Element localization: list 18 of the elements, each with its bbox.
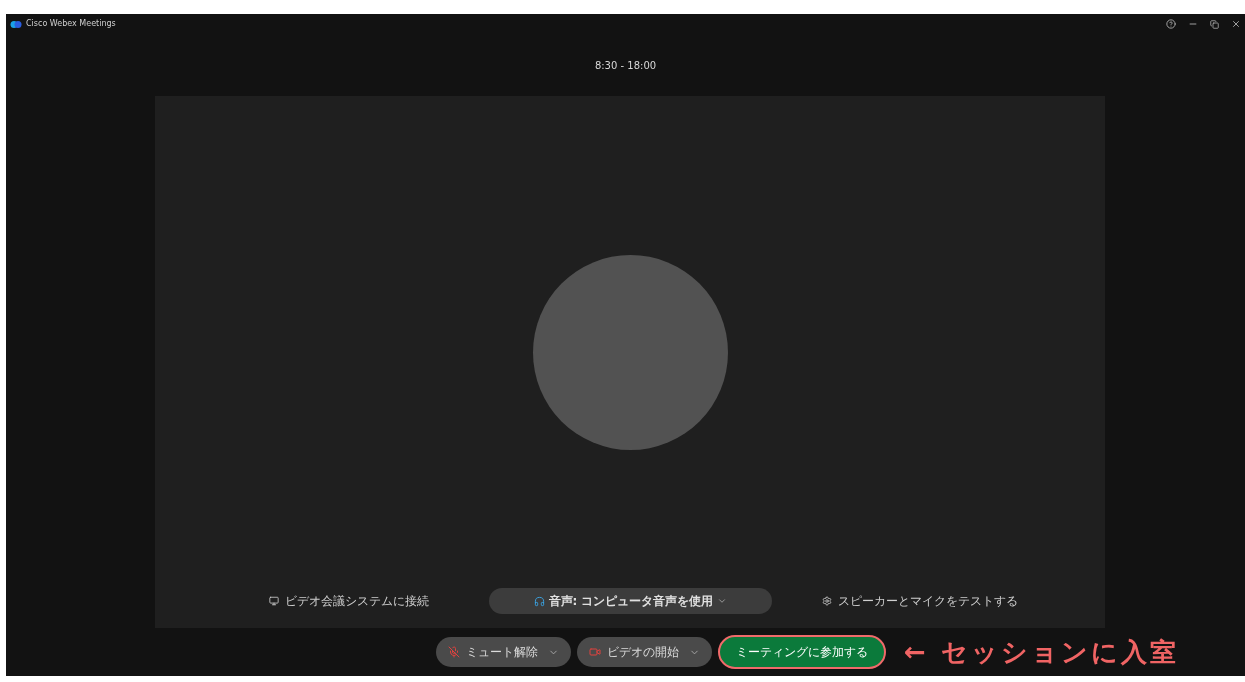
muted-mic-icon (448, 646, 460, 658)
unmute-button[interactable]: ミュート解除 (436, 637, 571, 667)
start-video-button[interactable]: ビデオの開始 (577, 637, 712, 667)
test-speaker-mic-link[interactable]: スピーカーとマイクをテストする (822, 592, 1018, 610)
video-camera-icon (589, 646, 601, 658)
help-icon[interactable] (1166, 19, 1176, 29)
close-icon[interactable] (1231, 19, 1241, 29)
restore-icon[interactable] (1210, 19, 1219, 29)
join-meeting-button[interactable]: ミーティングに参加する (718, 635, 886, 669)
logo-icon (10, 19, 22, 29)
headset-icon (533, 595, 545, 607)
window-title: Cisco Webex Meetings (26, 18, 116, 30)
settings-icon (822, 596, 832, 606)
audio-selector[interactable]: 音声: コンピュータ音声を使用 (489, 588, 772, 614)
connect-video-system-link[interactable]: ビデオ会議システムに接続 (269, 592, 429, 610)
annotation-text: ← セッションに入室 (904, 635, 1179, 669)
meeting-time: 8:30 - 18:00 (594, 58, 657, 73)
chevron-down-icon (717, 596, 728, 606)
